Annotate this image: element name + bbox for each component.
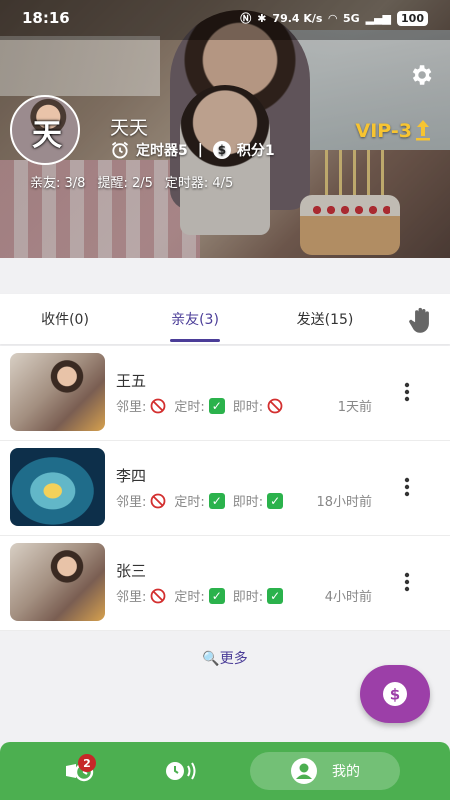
prohibited-icon <box>150 398 166 413</box>
friend-permissions: 邻里: 定时: ✓ 即时: ✓ <box>116 491 284 510</box>
prohibited-icon <box>267 398 283 413</box>
friend-thumbnail <box>10 543 105 621</box>
battery-icon: 100 <box>397 10 428 26</box>
hand-icon[interactable] <box>408 305 436 335</box>
nav-alarm[interactable] <box>50 742 110 800</box>
signal-icon: ▂▄▆ <box>365 11 392 25</box>
check-icon: ✓ <box>267 492 284 509</box>
check-icon: ✓ <box>208 397 225 414</box>
notification-badge: 2 <box>78 754 96 772</box>
status-bar: 18:16 Ⓝ ✱ 79.4 K/s ◠ 5G ▂▄▆ 100 <box>0 0 450 36</box>
net-speed: 79.4 K/s <box>272 11 323 25</box>
nav-me[interactable]: 我的 <box>250 752 400 790</box>
signal-label: 5G <box>342 11 360 25</box>
search-icon: 🔍 <box>202 651 220 667</box>
list-item[interactable]: 李四 邻里: 定时: ✓ 即时: ✓ 18小时前 <box>0 441 450 536</box>
alarm-clock-icon <box>111 141 129 159</box>
more-vertical-icon[interactable] <box>404 477 410 497</box>
limit-reminders: 提醒: 2/5 <box>97 176 153 191</box>
nfc-icon: Ⓝ <box>240 12 252 25</box>
check-icon: ✓ <box>267 587 284 604</box>
friend-name: 张三 <box>116 562 147 580</box>
coin-icon: $ <box>383 682 407 706</box>
avatar[interactable]: 天 <box>10 95 80 165</box>
tab-inbox[interactable]: 收件(0) <box>0 309 130 329</box>
list-item[interactable]: 王五 邻里: 定时: ✓ 即时: 1天前 <box>0 346 450 441</box>
last-active-time: 4小时前 <box>324 590 372 605</box>
username: 天天 <box>110 117 149 139</box>
status-time: 18:16 <box>22 9 70 27</box>
prohibited-icon <box>150 493 166 508</box>
timer-count: 定时器5 <box>136 143 188 159</box>
more-vertical-icon[interactable] <box>404 382 410 402</box>
friend-name: 李四 <box>116 467 147 485</box>
bluetooth-icon: ✱ <box>257 11 267 25</box>
friend-thumbnail <box>10 353 105 431</box>
tab-sent[interactable]: 发送(15) <box>260 309 390 329</box>
gear-icon[interactable] <box>408 62 434 88</box>
tab-bar: 收件(0) 亲友(3) 发送(15) <box>0 294 450 344</box>
points-count: 积分1 <box>236 143 275 159</box>
limit-friends: 亲友: 3/8 <box>30 176 86 191</box>
vip-level[interactable]: VIP-3 <box>356 120 412 142</box>
friend-thumbnail <box>10 448 105 526</box>
list-item[interactable]: 张三 邻里: 定时: ✓ 即时: ✓ 4小时前 <box>0 536 450 631</box>
upgrade-arrow-icon[interactable] <box>414 118 432 142</box>
more-vertical-icon[interactable] <box>404 572 410 592</box>
limit-timers: 定时器: 4/5 <box>164 176 234 191</box>
friend-permissions: 邻里: 定时: ✓ 即时: ✓ <box>116 586 284 605</box>
friend-permissions: 邻里: 定时: ✓ 即时: <box>116 396 283 415</box>
clock-sound-icon <box>166 762 196 780</box>
last-active-time: 18小时前 <box>316 495 372 510</box>
friend-list: 王五 邻里: 定时: ✓ 即时: 1天前 李四 邻里: 定时: ✓ 即时: ✓ … <box>0 346 450 631</box>
friend-name: 王五 <box>116 372 147 390</box>
nav-timer[interactable] <box>150 742 210 800</box>
prohibited-icon <box>150 588 166 603</box>
bottom-nav: 2 我的 <box>0 742 450 800</box>
last-active-time: 1天前 <box>337 400 372 415</box>
nav-me-label: 我的 <box>332 764 360 780</box>
coin-fab-button[interactable]: $ <box>360 665 430 723</box>
svg-text:$: $ <box>390 686 400 704</box>
check-icon: ✓ <box>208 492 225 509</box>
check-icon: ✓ <box>208 587 225 604</box>
usage-limits: 亲友: 3/8 提醒: 2/5 定时器: 4/5 <box>30 172 233 191</box>
profile-stats: 定时器5 | $ 积分1 <box>110 140 275 160</box>
wifi-icon: ◠ <box>328 11 337 25</box>
coin-icon: $ <box>212 141 231 159</box>
tab-friends[interactable]: 亲友(3) <box>130 309 260 342</box>
person-icon <box>291 758 317 784</box>
avatar-initial: 天 <box>32 118 62 153</box>
